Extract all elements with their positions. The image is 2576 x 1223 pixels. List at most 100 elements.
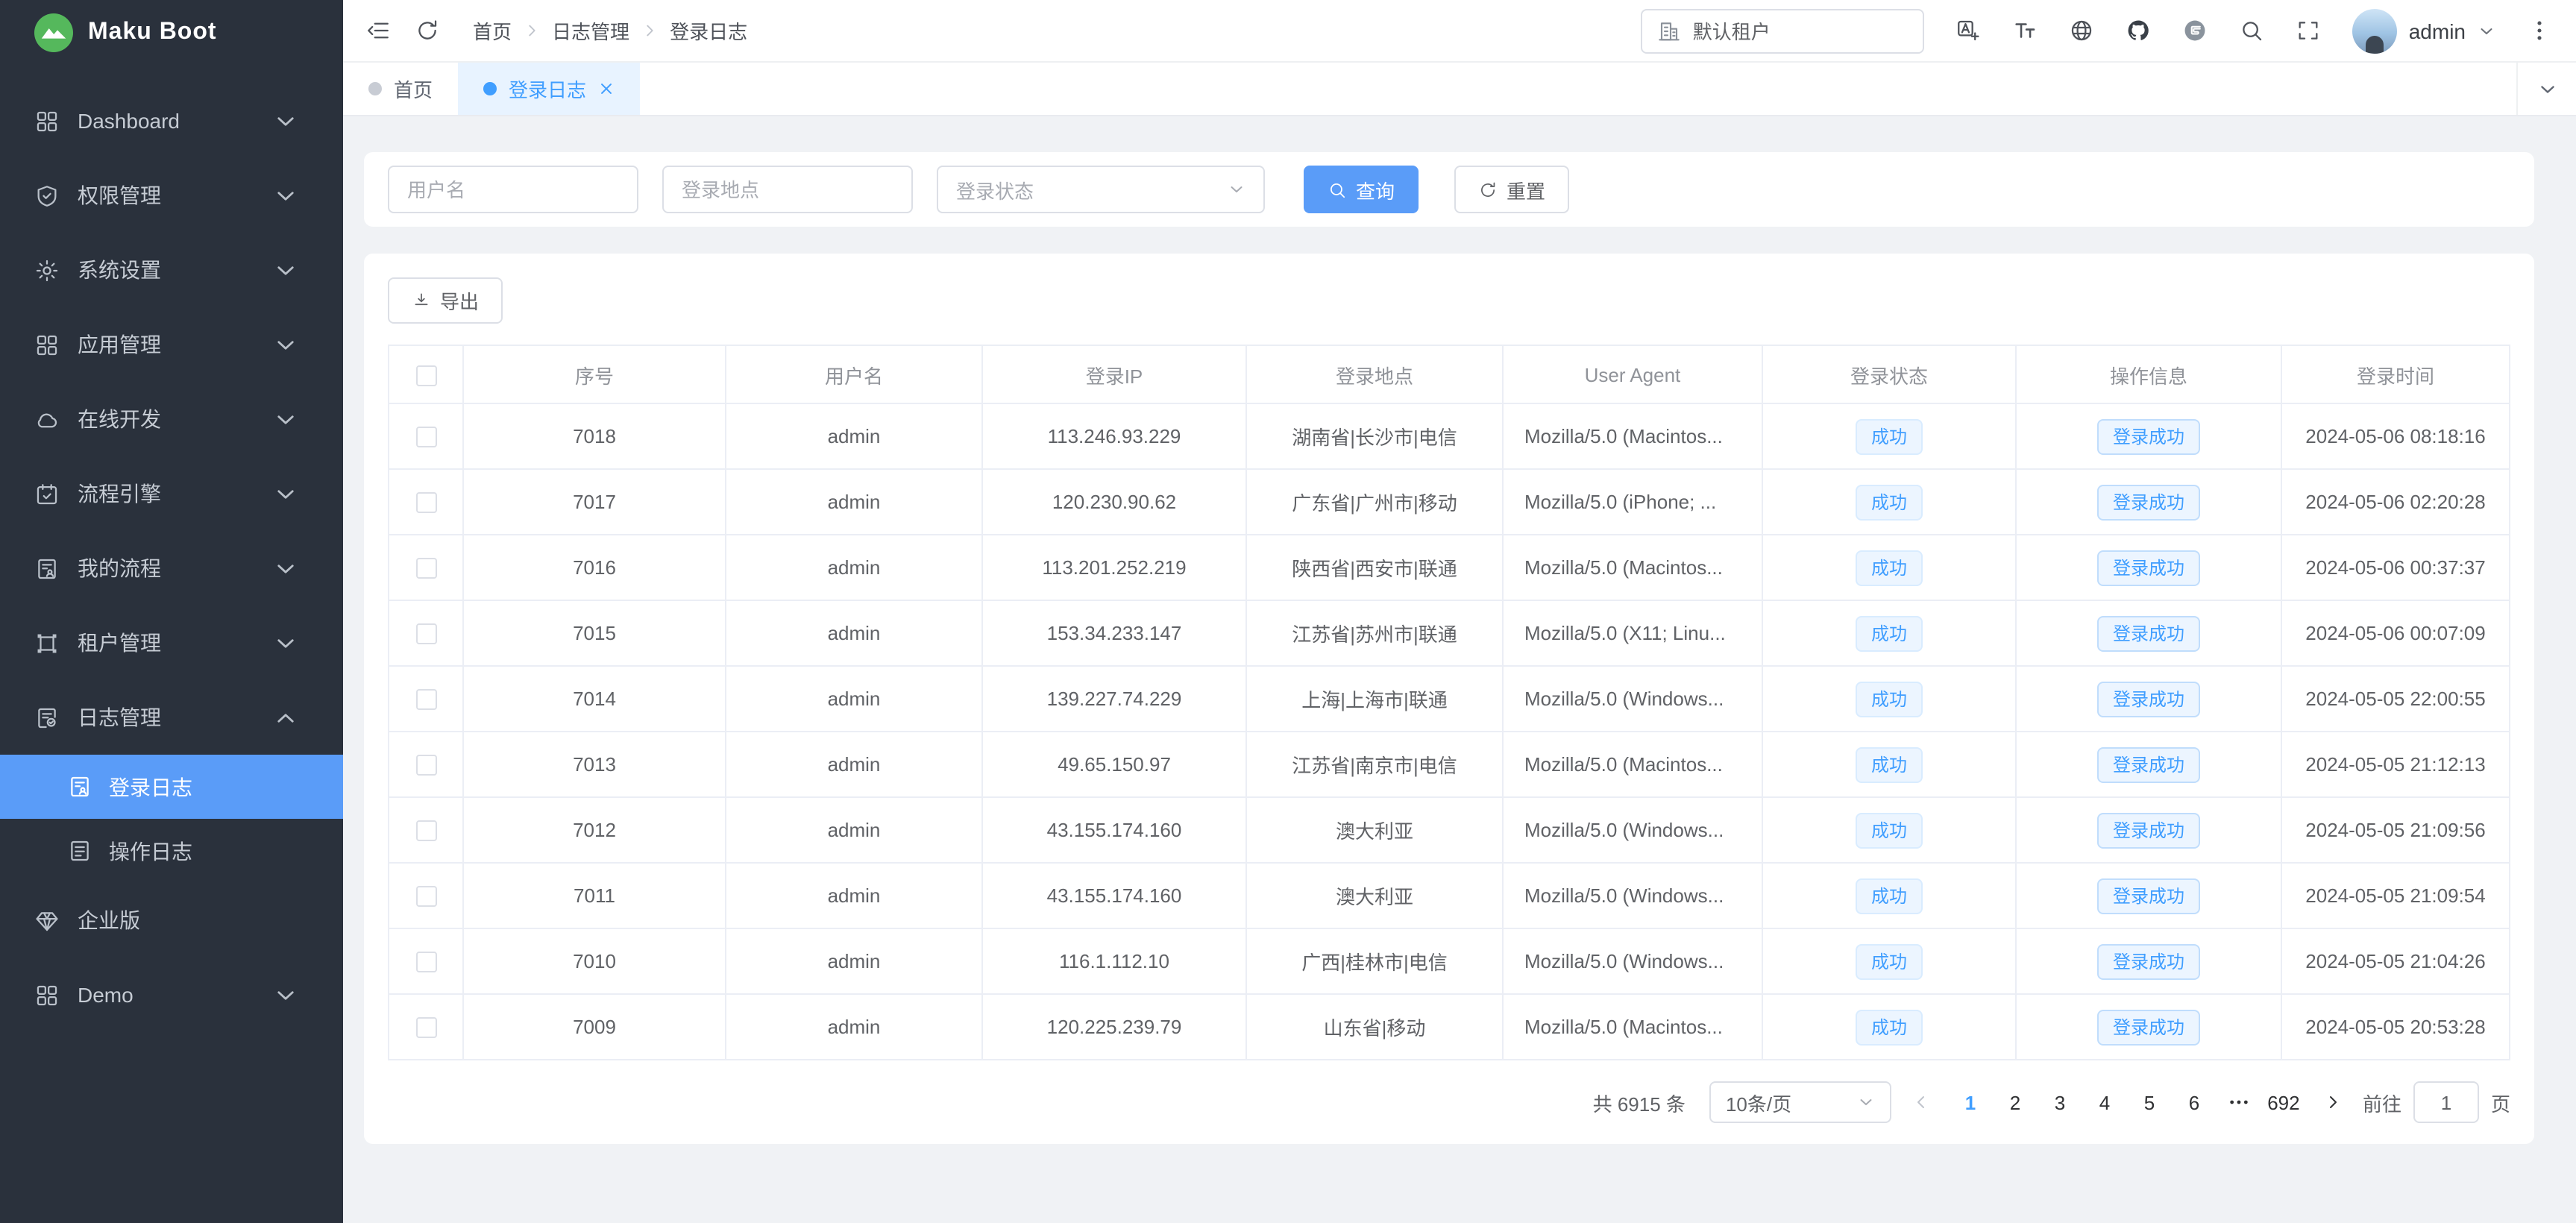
cell-ip: 139.227.74.229 xyxy=(982,666,1246,732)
sidebar-subitem-8-1[interactable]: 操作日志 xyxy=(0,819,343,883)
sidebar-item-0[interactable]: Dashboard xyxy=(0,84,343,158)
user-menu[interactable]: admin xyxy=(2352,8,2495,53)
operation-badge[interactable]: 登录成功 xyxy=(2098,943,2199,979)
row-checkbox[interactable] xyxy=(415,755,436,776)
operation-badge[interactable]: 登录成功 xyxy=(2098,746,2199,782)
sidebar-item-2[interactable]: 系统设置 xyxy=(0,233,343,307)
page-number[interactable]: 5 xyxy=(2130,1081,2169,1123)
sidebar-item-9[interactable]: 企业版 xyxy=(0,883,343,958)
sidebar-item-label: 日志管理 xyxy=(78,702,273,732)
tab-0[interactable]: 首页 xyxy=(343,63,458,115)
operation-badge[interactable]: 登录成功 xyxy=(2098,1009,2199,1045)
breadcrumb-item[interactable]: 日志管理 xyxy=(552,16,629,45)
sidebar-item-3[interactable]: 应用管理 xyxy=(0,307,343,382)
username-input[interactable] xyxy=(388,166,638,213)
operation-badge[interactable]: 登录成功 xyxy=(2098,812,2199,848)
reset-button[interactable]: 重置 xyxy=(1454,166,1569,213)
row-checkbox[interactable] xyxy=(415,559,436,579)
next-page-button[interactable] xyxy=(2324,1093,2342,1111)
more-menu-icon[interactable] xyxy=(2527,18,2552,43)
reset-button-label: 重置 xyxy=(1507,175,1545,204)
row-checkbox[interactable] xyxy=(415,493,436,514)
sidebar-item-10[interactable]: Demo xyxy=(0,958,343,1032)
row-checkbox[interactable] xyxy=(415,624,436,645)
search-button[interactable]: 查询 xyxy=(1304,166,1419,213)
globe-icon[interactable] xyxy=(2069,18,2094,43)
column-header-label: 操作信息 xyxy=(2110,365,2187,387)
page-ellipsis-icon[interactable] xyxy=(2220,1090,2258,1114)
login-status-select[interactable]: 登录状态 xyxy=(937,166,1265,213)
operation-badge[interactable]: 登录成功 xyxy=(2098,418,2199,454)
breadcrumb-item[interactable]: 首页 xyxy=(473,16,512,45)
prev-page-button[interactable] xyxy=(1912,1093,1930,1111)
cell-ip: 153.34.233.147 xyxy=(982,600,1246,666)
export-button[interactable]: 导出 xyxy=(388,277,503,324)
fullscreen-icon[interactable] xyxy=(2296,18,2321,43)
sidebar-item-5[interactable]: 流程引擎 xyxy=(0,456,343,531)
page-number[interactable]: 2 xyxy=(1996,1081,2035,1123)
cell-user: admin xyxy=(726,666,982,732)
cell-status: 成功 xyxy=(1762,797,2016,863)
font-size-icon[interactable] xyxy=(2012,18,2038,43)
sidebar-item-6[interactable]: 我的流程 xyxy=(0,531,343,606)
sidebar-item-4[interactable]: 在线开发 xyxy=(0,382,343,456)
operation-badge[interactable]: 登录成功 xyxy=(2098,878,2199,914)
page-size-select[interactable]: 10条/页 xyxy=(1709,1081,1891,1123)
tabs-dropdown-button[interactable] xyxy=(2516,63,2576,115)
row-select-cell xyxy=(389,666,463,732)
column-header-label: 登录状态 xyxy=(1850,365,1928,387)
cell-user: admin xyxy=(726,600,982,666)
chevron-down-icon xyxy=(273,982,298,1007)
status-badge: 成功 xyxy=(1856,550,1922,585)
page-number[interactable]: 4 xyxy=(2085,1081,2124,1123)
tenant-select[interactable]: 默认租户 xyxy=(1641,8,1924,53)
row-select-cell xyxy=(389,535,463,600)
search-icon[interactable] xyxy=(2239,18,2264,43)
sidebar-item-label: 权限管理 xyxy=(78,180,273,210)
select-all-checkbox[interactable] xyxy=(415,365,436,386)
menu-fold-icon[interactable] xyxy=(365,18,391,43)
chevron-down-icon xyxy=(273,183,298,208)
cell-location: 上海|上海市|联通 xyxy=(1246,666,1503,732)
breadcrumb-item[interactable]: 登录日志 xyxy=(670,16,747,45)
operation-badge[interactable]: 登录成功 xyxy=(2098,484,2199,520)
sidebar-item-1[interactable]: 权限管理 xyxy=(0,158,343,233)
cell-seq: 7017 xyxy=(463,469,726,535)
cell-location: 澳大利亚 xyxy=(1246,863,1503,928)
row-checkbox[interactable] xyxy=(415,427,436,448)
row-checkbox[interactable] xyxy=(415,887,436,908)
cell-ip: 43.155.174.160 xyxy=(982,797,1246,863)
tab-close-icon[interactable] xyxy=(598,81,615,97)
sidebar-item-7[interactable]: 租户管理 xyxy=(0,606,343,680)
translate-icon[interactable] xyxy=(1955,18,1981,43)
sidebar-subitem-8-0[interactable]: 登录日志 xyxy=(0,755,343,819)
page-number[interactable]: 1 xyxy=(1951,1081,1990,1123)
goto-page-input[interactable] xyxy=(2413,1081,2479,1123)
operation-badge[interactable]: 登录成功 xyxy=(2098,615,2199,651)
location-input[interactable] xyxy=(662,166,913,213)
operation-badge[interactable]: 登录成功 xyxy=(2098,681,2199,717)
row-checkbox[interactable] xyxy=(415,821,436,842)
page-number[interactable]: 6 xyxy=(2175,1081,2214,1123)
status-badge: 成功 xyxy=(1856,418,1922,454)
chevron-right-icon xyxy=(524,22,540,39)
cell-status: 成功 xyxy=(1762,535,2016,600)
gitee-icon[interactable] xyxy=(2182,18,2208,43)
sidebar-item-8[interactable]: 日志管理 xyxy=(0,680,343,755)
row-select-cell xyxy=(389,600,463,666)
app-logo[interactable]: Maku Boot xyxy=(0,0,343,66)
row-checkbox[interactable] xyxy=(415,1018,436,1039)
cell-location: 澳大利亚 xyxy=(1246,797,1503,863)
operation-badge[interactable]: 登录成功 xyxy=(2098,550,2199,585)
row-checkbox[interactable] xyxy=(415,952,436,973)
tab-1[interactable]: 登录日志 xyxy=(458,63,640,115)
row-checkbox[interactable] xyxy=(415,690,436,711)
cell-user: admin xyxy=(726,535,982,600)
refresh-icon[interactable] xyxy=(415,18,440,43)
github-icon[interactable] xyxy=(2126,18,2151,43)
row-select-cell xyxy=(389,732,463,797)
page-number[interactable]: 692 xyxy=(2264,1081,2303,1123)
page-number[interactable]: 3 xyxy=(2041,1081,2079,1123)
cell-seq: 7016 xyxy=(463,535,726,600)
breadcrumb: 首页 日志管理 登录日志 xyxy=(473,16,747,45)
